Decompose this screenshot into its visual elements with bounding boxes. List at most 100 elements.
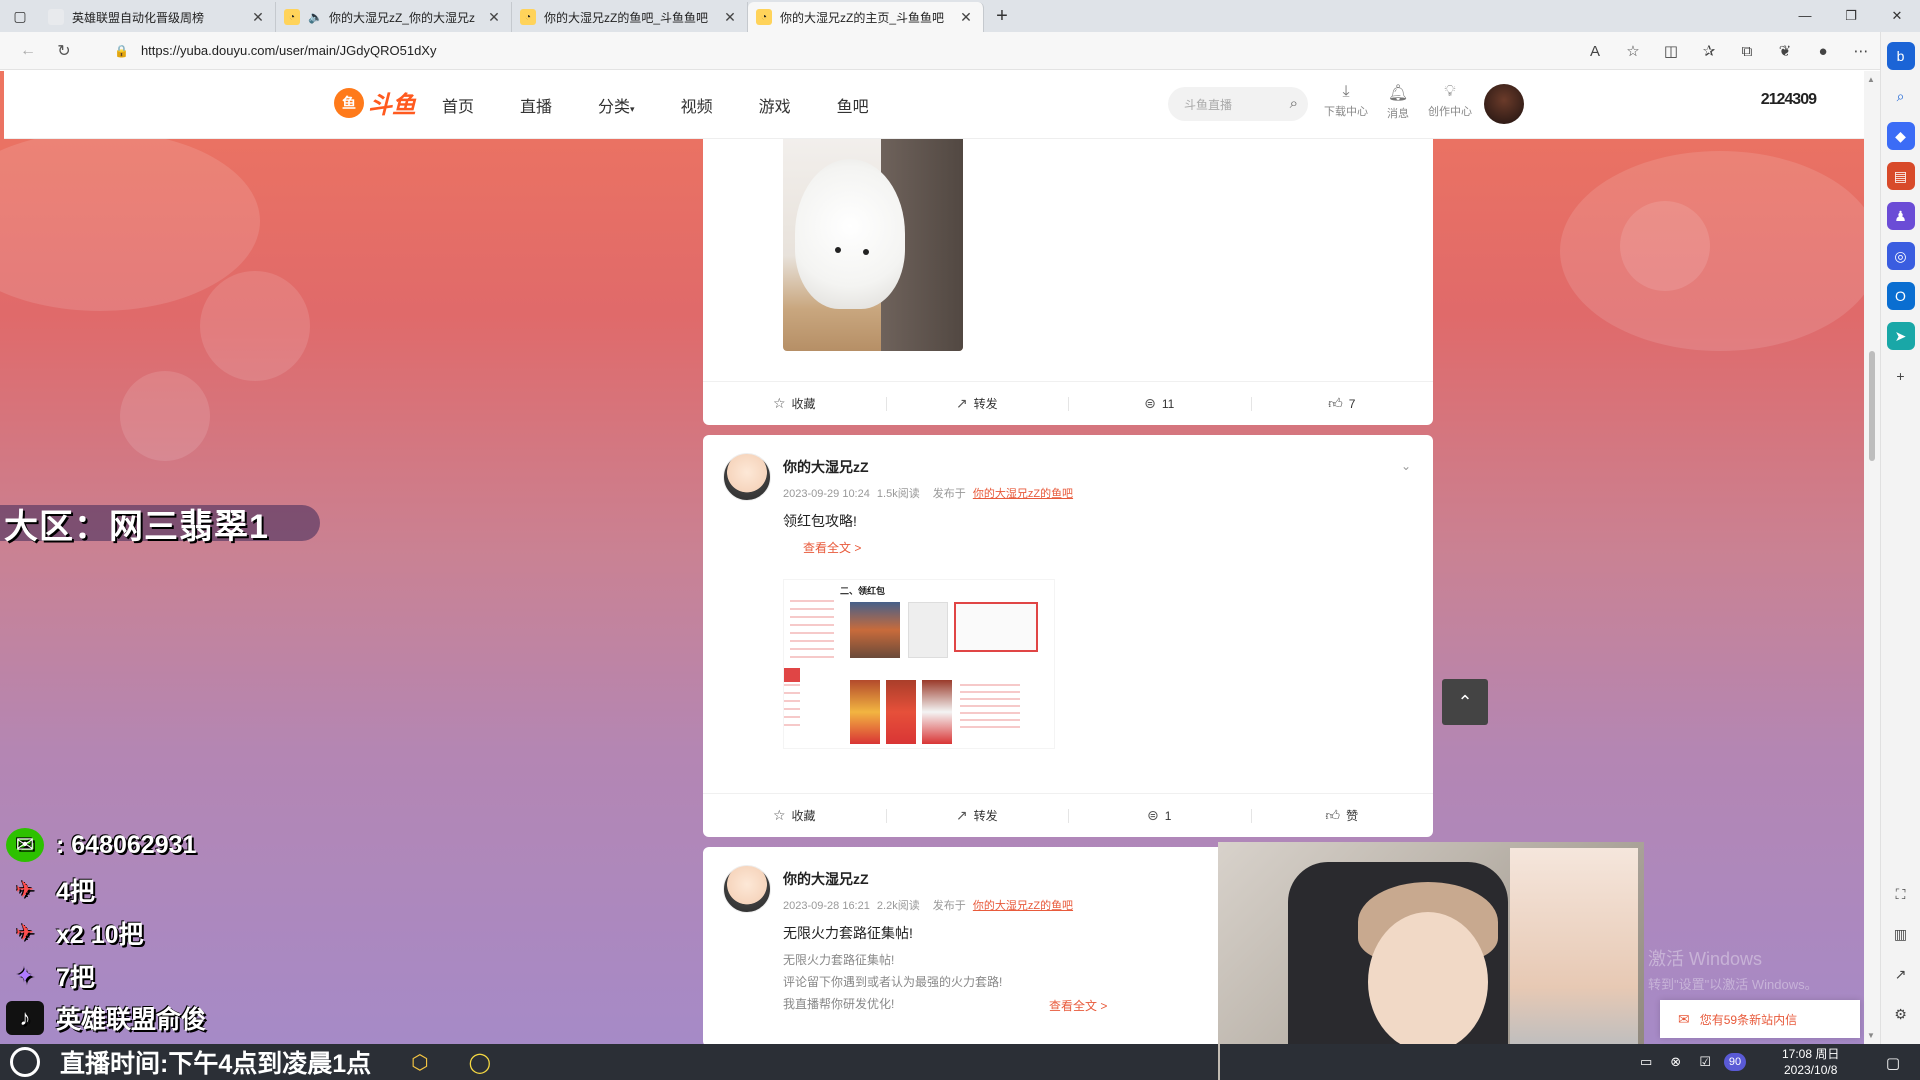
creator-center-button[interactable]: 💡︎ 创作中心 xyxy=(1424,83,1476,121)
stream-overlay-region: 大区：网三翡翠1 xyxy=(0,505,320,546)
post-title[interactable]: 领红包攻略! xyxy=(783,511,857,531)
post-title[interactable]: 无限火力套路征集帖! xyxy=(783,923,913,943)
share-button[interactable]: ↗ 转发 xyxy=(885,395,1069,412)
nav-live[interactable]: 直播 xyxy=(520,93,552,117)
url-field[interactable]: 🔒 https://yuba.douyu.com/user/main/JGdyQ… xyxy=(100,37,1480,65)
refresh-icon[interactable]: ↻ xyxy=(46,41,82,61)
office-icon[interactable]: ◎ xyxy=(1886,242,1915,270)
tab-close-icon[interactable]: ✕ xyxy=(957,9,975,26)
more-icon[interactable]: ⋯ xyxy=(1842,42,1880,60)
tab-close-icon[interactable]: ✕ xyxy=(485,9,503,26)
comment-button[interactable]: ⊜ 11 xyxy=(1068,395,1251,412)
share-button[interactable]: ↗ 转发 xyxy=(885,807,1069,824)
back-icon[interactable]: ← xyxy=(10,42,46,60)
stream-overlay-wechat: ✉ : 648062931 xyxy=(6,828,196,862)
outlook-icon[interactable]: O xyxy=(1886,282,1915,310)
nav-video[interactable]: 视频 xyxy=(681,93,713,117)
nav-category[interactable]: 分类▾ xyxy=(598,93,635,117)
tab-actions-icon[interactable]: ▢ xyxy=(0,0,40,32)
add-icon[interactable]: + xyxy=(1887,362,1915,390)
post-image-guide[interactable]: 二、领红包 xyxy=(783,579,1055,749)
image-heading: 二、领红包 xyxy=(840,586,886,596)
read-aloud-icon[interactable]: A xyxy=(1576,43,1614,60)
tab-close-icon[interactable]: ✕ xyxy=(249,9,267,26)
messages-banner[interactable]: ✉ 您有59条新站内信 xyxy=(1660,1000,1860,1038)
sidebar-toggle-icon[interactable]: ▥ xyxy=(1887,920,1915,948)
close-window-icon[interactable]: ✕ xyxy=(1874,0,1920,32)
minimize-icon[interactable]: — xyxy=(1782,0,1828,32)
share-label: 转发 xyxy=(973,809,998,823)
like-button[interactable]: 👍︎ 7 xyxy=(1250,395,1434,412)
extensions-icon[interactable]: ❦ xyxy=(1766,42,1804,60)
tab-1[interactable]: 英雄联盟自动化晋级周榜 ✕ xyxy=(40,2,276,32)
tray-badge[interactable]: 90 xyxy=(1724,1053,1746,1071)
taskbar-clock[interactable]: 17:08 周日 2023/10/8 xyxy=(1782,1046,1839,1078)
notification-icon[interactable]: ▢ xyxy=(1886,1054,1900,1072)
post-date: 2023-09-29 10:24 xyxy=(783,488,870,500)
read-more-link[interactable]: 查看全文 > xyxy=(1049,997,1107,1014)
scroll-down-icon[interactable]: ▼ xyxy=(1867,1031,1875,1040)
tab-title: 你的大湿兄zZ_你的大湿兄z xyxy=(328,10,475,25)
bing-icon[interactable]: b xyxy=(1886,42,1915,70)
new-tab-button[interactable]: + xyxy=(984,2,1020,32)
favorite-button[interactable]: ☆ 收藏 xyxy=(703,807,886,824)
send-icon[interactable]: ➤ xyxy=(1886,322,1915,350)
overlay-text: 7把 xyxy=(56,964,95,992)
image-block xyxy=(886,680,916,744)
published-in-label: 发布于 xyxy=(932,900,966,912)
user-avatar[interactable] xyxy=(1484,84,1524,124)
speaker-icon[interactable]: 🔈 xyxy=(308,10,323,24)
tag-icon[interactable]: ◆ xyxy=(1886,122,1915,150)
comment-icon: ⊜ xyxy=(1144,395,1156,411)
author-avatar[interactable] xyxy=(723,865,771,913)
external-link-icon[interactable]: ↗ xyxy=(1887,960,1915,988)
author-name[interactable]: 你的大湿兄zZ xyxy=(783,869,869,889)
nav-games[interactable]: 游戏 xyxy=(759,93,791,117)
split-screen-icon[interactable]: ◫ xyxy=(1652,42,1690,60)
tab-4-active[interactable]: ◔ 你的大湿兄zZ的主页_斗鱼鱼吧 ✕ xyxy=(748,2,984,32)
like-button[interactable]: 👍︎ 赞 xyxy=(1250,807,1434,824)
nav-yuba[interactable]: 鱼吧 xyxy=(837,93,869,117)
collections-icon[interactable]: ⧉ xyxy=(1728,43,1766,60)
restore-icon[interactable]: ❐ xyxy=(1828,0,1874,32)
messages-button[interactable]: 🔔︎ 消息 xyxy=(1372,83,1424,121)
nav-home[interactable]: 首页 xyxy=(442,93,474,117)
tiktok-icon: ♪ xyxy=(6,1001,44,1035)
screenshot-icon[interactable]: ⛶ xyxy=(1887,880,1915,908)
back-to-top-button[interactable]: ⌃ xyxy=(1442,679,1488,725)
read-more-link[interactable]: 查看全文 > xyxy=(803,539,861,556)
settings-gear-icon[interactable]: ⚙ xyxy=(1887,1000,1915,1028)
search-icon[interactable]: ⌕ xyxy=(1290,95,1298,112)
bar-link[interactable]: 你的大湿兄zZ的鱼吧 xyxy=(973,488,1073,500)
chevron-down-icon[interactable]: ⌄ xyxy=(1401,459,1411,473)
favorite-button[interactable]: ☆ 收藏 xyxy=(703,395,886,412)
author-avatar[interactable] xyxy=(723,453,771,501)
system-tray: ▭ ⊗ ☑ xyxy=(1640,1054,1729,1070)
lock-icon[interactable]: 🔒 xyxy=(114,44,129,58)
network-icon[interactable]: ▭ xyxy=(1640,1054,1652,1070)
favorite-star-icon[interactable]: ☆ xyxy=(1614,42,1652,60)
search-icon[interactable]: ⌕ xyxy=(1887,82,1915,110)
profile-icon[interactable]: ● xyxy=(1804,43,1842,60)
caret-down-icon: ▾ xyxy=(630,104,635,114)
bar-link[interactable]: 你的大湿兄zZ的鱼吧 xyxy=(973,900,1073,912)
douyu-logo[interactable]: 鱼 斗鱼 xyxy=(334,85,416,120)
author-name[interactable]: 你的大湿兄zZ xyxy=(783,457,869,477)
background-decoration xyxy=(120,371,210,461)
post-image-dog[interactable] xyxy=(783,139,963,351)
tab-close-icon[interactable]: ✕ xyxy=(721,9,739,26)
site-search-input[interactable]: 斗鱼直播 ⌕ xyxy=(1168,87,1308,121)
favorites-icon[interactable]: ✰ xyxy=(1690,42,1728,60)
download-center-button[interactable]: ⤓ 下载中心 xyxy=(1320,83,1372,121)
tab-3[interactable]: ◔ 你的大湿兄zZ的鱼吧_斗鱼鱼吧 ✕ xyxy=(512,2,748,32)
page-scrollbar[interactable]: ▲ ▼ xyxy=(1864,71,1880,1044)
tab-2[interactable]: ◔ 🔈 你的大湿兄zZ_你的大湿兄z ✕ xyxy=(276,2,512,32)
scroll-up-icon[interactable]: ▲ xyxy=(1867,75,1875,84)
tray-app-icon[interactable]: ⊗ xyxy=(1670,1054,1681,1070)
checkbox-tray-icon[interactable]: ☑ xyxy=(1699,1054,1711,1070)
url-text: https://yuba.douyu.com/user/main/JGdyQRO… xyxy=(140,43,437,58)
games-icon[interactable]: ♟ xyxy=(1886,202,1915,230)
tools-icon[interactable]: ▤ xyxy=(1886,162,1915,190)
comment-button[interactable]: ⊜ 1 xyxy=(1068,807,1251,824)
scrollbar-thumb[interactable] xyxy=(1869,351,1875,461)
